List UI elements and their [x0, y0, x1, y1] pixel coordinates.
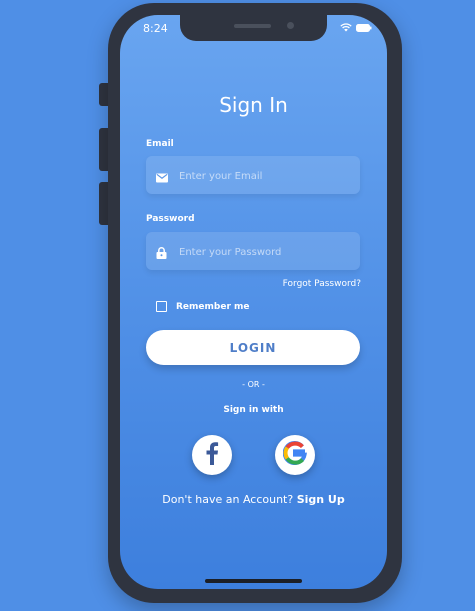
login-button[interactable]: LOGIN: [146, 330, 360, 365]
google-icon: [282, 441, 307, 469]
signup-link[interactable]: Sign Up: [297, 493, 345, 506]
remember-me-checkbox[interactable]: [156, 301, 167, 312]
page-title: Sign In: [219, 93, 288, 117]
password-field[interactable]: [146, 232, 360, 272]
google-login-button[interactable]: [275, 435, 315, 475]
facebook-login-button[interactable]: [192, 435, 232, 475]
lock-icon: [156, 244, 167, 263]
phone-screen: 8:24 Sign In Email Pass: [120, 15, 387, 589]
mail-icon: [156, 168, 168, 187]
remember-me-label: Remember me: [176, 301, 250, 312]
wifi-icon: [340, 23, 352, 32]
or-divider: - OR -: [242, 380, 265, 389]
camera: [287, 22, 294, 29]
email-label: Email: [146, 139, 174, 149]
facebook-icon: [205, 441, 219, 469]
speaker: [234, 24, 271, 28]
notch: [180, 15, 327, 41]
password-label: Password: [146, 214, 195, 224]
battery-icon: [356, 23, 372, 32]
signup-prompt-text: Don't have an Account?: [162, 493, 294, 506]
status-time: 8:24: [143, 22, 168, 35]
remember-me-toggle[interactable]: Remember me: [156, 301, 250, 312]
email-input[interactable]: [177, 156, 356, 196]
email-field[interactable]: [146, 156, 360, 196]
status-icons: [340, 23, 372, 32]
password-input[interactable]: [177, 232, 356, 272]
signup-prompt: Don't have an Account? Sign Up: [120, 493, 387, 506]
home-indicator[interactable]: [205, 579, 302, 583]
sign-in-with-heading: Sign in with: [223, 405, 284, 415]
forgot-password-link[interactable]: Forgot Password?: [283, 279, 361, 289]
